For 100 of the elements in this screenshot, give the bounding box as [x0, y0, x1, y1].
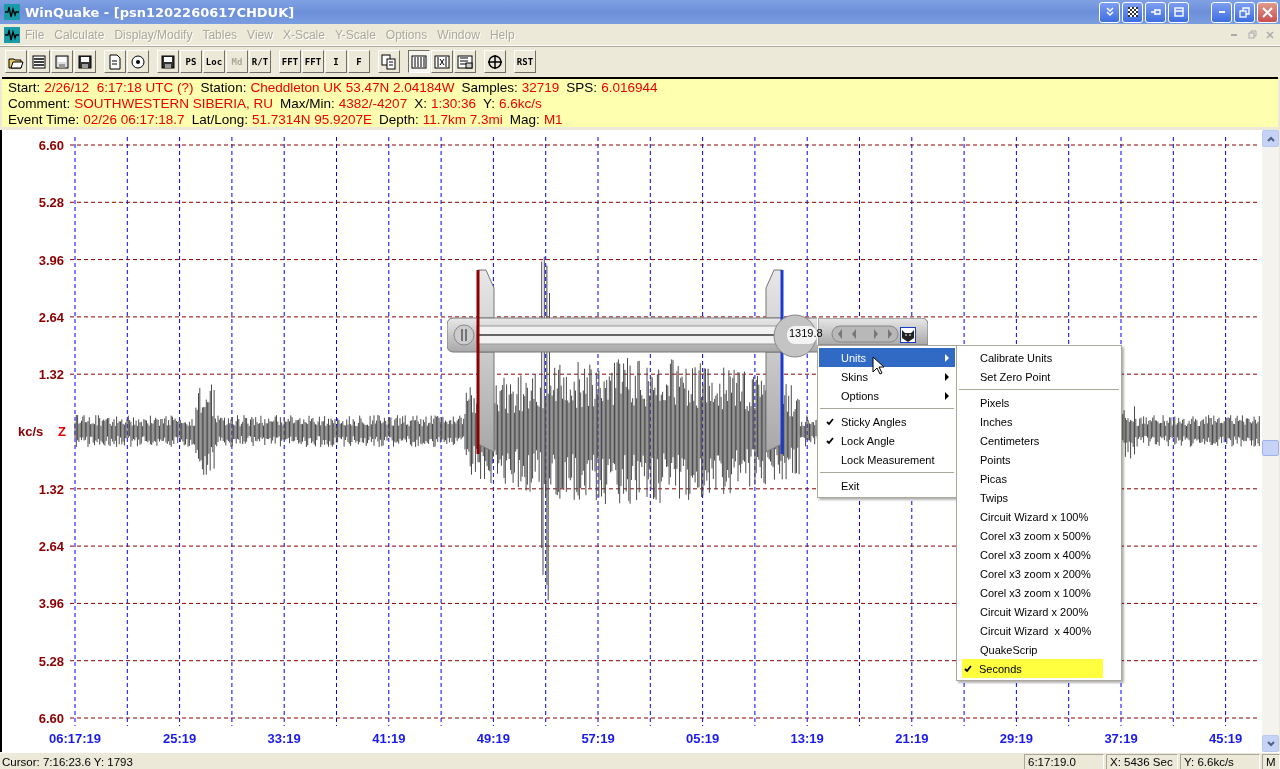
toolbar-button[interactable]: Loc: [203, 50, 225, 73]
submenu-arrow-icon: [945, 372, 949, 381]
x-axis-label: 29:19: [999, 731, 1034, 746]
mouse-pointer-icon: [872, 356, 884, 375]
info-value: 1:30:36: [430, 96, 476, 112]
status-panel: X: 5436 Sec: [1106, 753, 1178, 769]
info-value: 32719: [521, 80, 560, 96]
list-icon: [31, 53, 47, 70]
toolbar-button[interactable]: PS: [180, 50, 202, 73]
y-axis-label: 2.64: [38, 539, 64, 555]
x-axis-label: 13:19: [790, 731, 824, 746]
restore-button[interactable]: [1234, 1, 1255, 23]
close-button[interactable]: [1257, 1, 1278, 23]
menu-item[interactable]: Corel x3 zoom x 400%: [958, 545, 1120, 564]
x-axis-label: 33:19: [267, 731, 301, 746]
x-axis-label: 21:19: [895, 731, 929, 746]
info-label: Start:: [8, 80, 41, 96]
grid-icon: [434, 53, 450, 70]
menu-item[interactable]: Corel x3 zoom x 200%: [958, 564, 1120, 583]
measurement-readout: 1319.8: [789, 327, 823, 339]
y-axis-label: 3.96: [38, 596, 64, 612]
x-axis-label: 37:19: [1104, 731, 1138, 746]
menu-item[interactable]: Twips: [958, 488, 1120, 507]
menu-item[interactable]: Seconds: [962, 659, 1103, 678]
info-label: Event Time:: [8, 112, 80, 128]
menu-item[interactable]: Sticky Angles: [819, 412, 955, 431]
info-label: Mag:: [509, 112, 540, 128]
menu-item[interactable]: Exit: [819, 476, 955, 495]
info-label: Depth:: [379, 112, 419, 128]
y-axis-label: 5.28: [38, 653, 64, 669]
roll-down-button[interactable]: [1099, 1, 1120, 23]
scroll-down-button[interactable]: [1262, 735, 1279, 752]
info-value: 6.6kc/s: [498, 96, 542, 112]
menu-item[interactable]: Lock Measurement: [819, 450, 955, 469]
info-value: 6.016944: [601, 80, 658, 96]
chevron-down-icon: [1266, 740, 1275, 747]
chevron-up-icon: [1266, 135, 1275, 142]
x-axis-label: 06:17:19: [49, 731, 101, 746]
check-icon: [826, 417, 834, 426]
x-axis-label: 05:19: [685, 731, 720, 746]
toolbar-button[interactable]: I: [325, 50, 347, 73]
menu-item[interactable]: Skins: [819, 367, 955, 386]
toolbar-button[interactable]: FFT: [302, 50, 324, 73]
menu-item[interactable]: Circuit Wizard x 100%: [958, 507, 1120, 526]
scroll-thumb[interactable]: [1262, 440, 1279, 456]
scroll-up-button[interactable]: [1262, 130, 1279, 147]
copy-icon: [381, 53, 397, 70]
transparency-button[interactable]: [1122, 1, 1143, 23]
info-label: Comment:: [8, 96, 71, 112]
info-label: Y:: [482, 96, 495, 112]
menu-item[interactable]: Calibrate Units: [958, 348, 1120, 367]
menu-item[interactable]: Corel x3 zoom x 100%: [958, 583, 1120, 602]
toolbar-button[interactable]: F: [348, 50, 370, 73]
menu-item[interactable]: Pixels: [958, 393, 1120, 412]
toolbar-button[interactable]: R/T: [249, 50, 271, 73]
info-value: 11.7km 7.3mi: [422, 112, 503, 128]
menu-item[interactable]: Circuit Wizard x 200%: [958, 602, 1120, 621]
info-label: X:: [414, 96, 427, 112]
close-icon: [1266, 30, 1274, 39]
x-axis-label: 49:19: [476, 731, 510, 746]
info-value: M1: [543, 112, 563, 128]
toolbar-button[interactable]: RST: [514, 50, 536, 73]
toolbar-button[interactable]: FFT: [279, 50, 301, 73]
double-chevron-icon: [1104, 7, 1115, 17]
restore-icon: [1247, 30, 1257, 39]
menu-item[interactable]: Circuit Wizard x 400%: [958, 621, 1120, 640]
info-value: 2/26/12 6:17:18 UTC (?): [44, 80, 194, 96]
mask-icon[interactable]: [900, 327, 916, 343]
menu-item[interactable]: Points: [958, 450, 1120, 469]
pin-icon: [1149, 7, 1162, 17]
check-icon: [964, 664, 972, 673]
menu-item[interactable]: Corel x3 zoom x 500%: [958, 526, 1120, 545]
save-icon: [77, 53, 93, 70]
checkerboard-icon: [1127, 7, 1138, 17]
menu-item[interactable]: Inches: [958, 412, 1120, 431]
menu-item[interactable]: Set Zero Point: [958, 367, 1120, 386]
menu-item[interactable]: QuakeScrip: [958, 640, 1120, 659]
unit-label: kc/s: [18, 424, 44, 439]
vertical-scrollbar[interactable]: [1262, 130, 1279, 752]
menu-item[interactable]: Centimeters: [958, 431, 1120, 450]
minimize-icon: [1218, 11, 1225, 13]
pin-button[interactable]: [1145, 1, 1166, 23]
menu-item[interactable]: Options: [819, 386, 955, 405]
info-label: Samples:: [461, 80, 518, 96]
close-icon: [1262, 6, 1273, 18]
menu-item[interactable]: Picas: [958, 469, 1120, 488]
tray-button[interactable]: [1168, 1, 1189, 23]
info-value: 4382/-4207: [338, 96, 408, 112]
y-axis-label: 1.32: [38, 367, 64, 383]
info-label: Station:: [200, 80, 247, 96]
minimize-button[interactable]: [1211, 1, 1232, 23]
y-axis-label: 1.32: [38, 481, 64, 497]
menu-item[interactable]: Units: [819, 348, 955, 367]
status-panel: M: [1262, 753, 1280, 769]
status-panel: Y: 6.6kc/s: [1180, 753, 1260, 769]
info-label: Max/Min:: [280, 96, 335, 112]
x-axis-label: 25:19: [163, 731, 197, 746]
menu-item[interactable]: Lock Angle: [819, 431, 955, 450]
window-title: WinQuake - [psn1202260617CHDUK]: [25, 4, 295, 20]
info-label: Lat/Long:: [191, 112, 248, 128]
